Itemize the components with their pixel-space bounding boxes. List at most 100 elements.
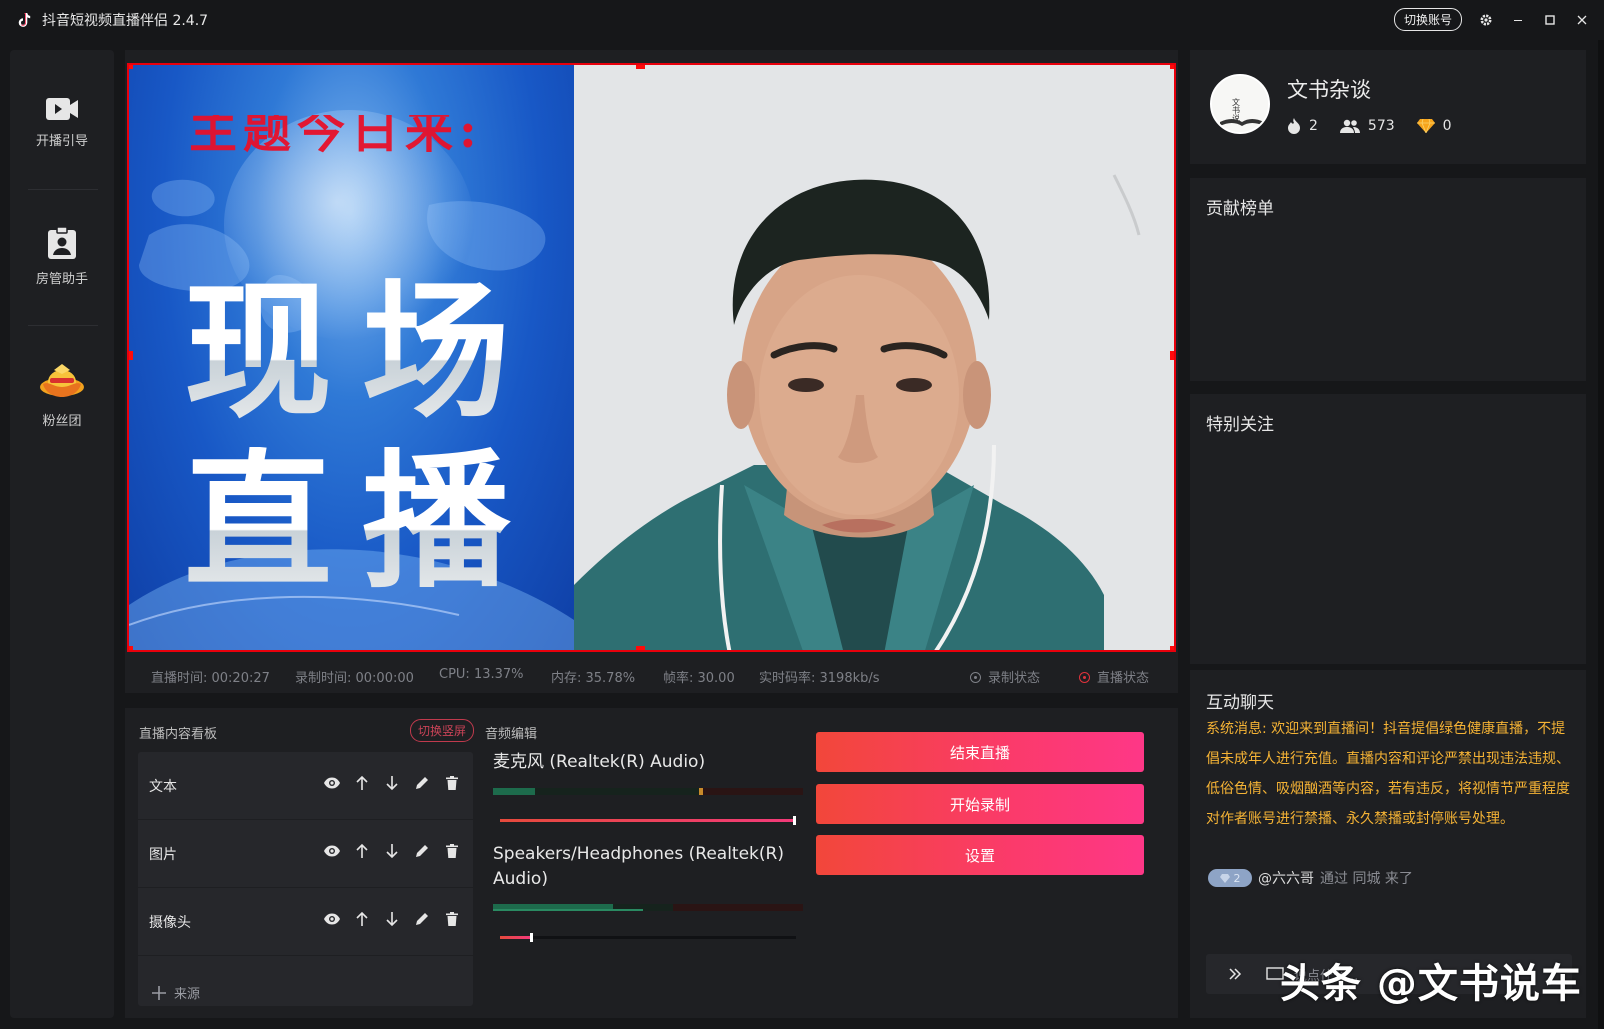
flame-icon bbox=[1288, 118, 1300, 134]
user-name: 文书杂谈 bbox=[1287, 78, 1371, 102]
nav-divider bbox=[28, 189, 98, 190]
special-follow-panel: 特别关注 bbox=[1190, 394, 1586, 664]
mic-level-meter bbox=[493, 788, 803, 795]
source-name: 文本 bbox=[149, 778, 177, 795]
resize-handle[interactable] bbox=[1170, 351, 1174, 360]
live-preview: 主题今日来: 现场 直播 bbox=[125, 50, 1178, 657]
end-live-button[interactable]: 结束直播 bbox=[816, 732, 1144, 772]
poster-line-1: 现场 bbox=[184, 266, 540, 438]
bitrate: 实时码率: 3198kb/s bbox=[759, 671, 880, 686]
speaker-volume-knob[interactable] bbox=[529, 933, 533, 942]
switch-vertical-button[interactable]: 切换竖屏 bbox=[410, 719, 475, 742]
user-stats: 2 573 0 bbox=[1287, 118, 1452, 134]
profile-panel: 文书说 文书杂谈 2 573 0 bbox=[1190, 50, 1586, 164]
move-down-icon[interactable] bbox=[383, 842, 401, 860]
speaker-device-name: Speakers/Headphones (Realtek(R) Audio) bbox=[493, 844, 784, 889]
move-down-icon[interactable] bbox=[383, 910, 401, 928]
diamonds-stat: 0 bbox=[1416, 118, 1452, 134]
people-icon bbox=[1339, 119, 1360, 133]
video-camera-icon bbox=[46, 98, 78, 120]
diamond-icon bbox=[1416, 119, 1435, 133]
move-up-icon[interactable] bbox=[353, 910, 371, 928]
settings-gear-icon[interactable] bbox=[1478, 12, 1494, 28]
record-status-icon bbox=[970, 672, 981, 683]
speaker-volume-slider[interactable] bbox=[500, 933, 796, 942]
nav-item-fan-club[interactable]: 粉丝团 bbox=[10, 362, 114, 429]
move-up-icon[interactable] bbox=[353, 842, 371, 860]
start-record-button[interactable]: 开始录制 bbox=[816, 784, 1144, 824]
resize-handle[interactable] bbox=[129, 351, 133, 360]
delete-trash-icon[interactable] bbox=[443, 774, 461, 792]
delete-trash-icon[interactable] bbox=[443, 842, 461, 860]
double-chevron-right-icon[interactable] bbox=[1228, 967, 1242, 981]
nav-item-room-manager[interactable]: 房管助手 bbox=[10, 226, 114, 287]
mic-volume-knob[interactable] bbox=[793, 816, 796, 825]
live-status: 直播状态 bbox=[1079, 667, 1149, 686]
delete-trash-icon[interactable] bbox=[443, 910, 461, 928]
move-up-icon[interactable] bbox=[353, 774, 371, 792]
switch-account-button[interactable]: 切换账号 bbox=[1393, 8, 1462, 31]
resize-handle[interactable] bbox=[129, 65, 133, 69]
poster-line-2: 直播 bbox=[184, 436, 540, 608]
left-nav: 开播引导 房管助手 粉丝团 bbox=[10, 50, 114, 1018]
camera-feed[interactable] bbox=[574, 65, 1174, 650]
nav-item-start-guide[interactable]: 开播引导 bbox=[10, 96, 114, 149]
memory-usage: 内存: 35.78% bbox=[551, 671, 636, 686]
visibility-eye-icon[interactable] bbox=[323, 910, 341, 928]
resize-handle[interactable] bbox=[636, 65, 645, 69]
resize-handle[interactable] bbox=[129, 646, 133, 650]
tiktok-logo-icon bbox=[16, 12, 32, 28]
fan-level-badge: 2 bbox=[1208, 869, 1252, 887]
audio-title: 音频编辑 bbox=[485, 727, 538, 742]
contribution-panel: 贡献榜单 bbox=[1190, 178, 1586, 381]
edit-pencil-icon[interactable] bbox=[413, 774, 431, 792]
chat-title: 互动聊天 bbox=[1206, 693, 1274, 713]
contribution-title: 贡献榜单 bbox=[1206, 199, 1274, 219]
mic-volume-fill bbox=[500, 819, 796, 822]
mic-device-name: 麦克风 (Realtek(R) Audio) bbox=[493, 752, 706, 772]
mic-volume-slider[interactable] bbox=[500, 816, 796, 825]
chat-user[interactable]: @六六哥 bbox=[1258, 868, 1314, 888]
resize-handle[interactable] bbox=[636, 646, 645, 650]
status-bar: 直播时间: 00:20:27 录制时间: 00:00:00 CPU: 13.37… bbox=[125, 657, 1178, 693]
record-status: 录制状态 bbox=[970, 667, 1040, 686]
edit-pencil-icon[interactable] bbox=[413, 910, 431, 928]
settings-button[interactable]: 设置 bbox=[816, 835, 1144, 875]
nav-divider bbox=[28, 325, 98, 326]
chat-action: 通过 同城 来了 bbox=[1320, 871, 1413, 887]
nav-label: 粉丝团 bbox=[42, 414, 82, 429]
window-edge bbox=[1598, 40, 1604, 1029]
chat-message: 2 @六六哥 通过 同城 来了 bbox=[1208, 868, 1413, 888]
minimize-icon[interactable] bbox=[1510, 12, 1526, 28]
poster-image[interactable]: 主题今日来: 现场 直播 bbox=[129, 65, 574, 650]
visibility-eye-icon[interactable] bbox=[323, 842, 341, 860]
cpu-usage: CPU: 13.37% bbox=[439, 667, 524, 682]
app-title: 抖音短视频直播伴侣 2.4.7 bbox=[42, 13, 209, 29]
source-name: 摄像头 bbox=[149, 914, 191, 931]
add-source-button[interactable]: 来源 bbox=[152, 983, 200, 1002]
watermark-text: 头条 @文书说车 bbox=[1280, 961, 1582, 1007]
edit-pencil-icon[interactable] bbox=[413, 842, 431, 860]
source-row-image[interactable]: 图片 bbox=[138, 820, 473, 888]
visibility-eye-icon[interactable] bbox=[323, 774, 341, 792]
fans-stat: 573 bbox=[1339, 118, 1395, 134]
source-row-camera[interactable]: 摄像头 bbox=[138, 888, 473, 956]
close-icon[interactable] bbox=[1574, 12, 1590, 28]
resize-handle[interactable] bbox=[1170, 65, 1174, 69]
maximize-icon[interactable] bbox=[1542, 12, 1558, 28]
board-title: 直播内容看板 bbox=[139, 727, 218, 742]
live-status-icon bbox=[1079, 672, 1090, 683]
control-area: 直播内容看板 切换竖屏 音频编辑 文本 图片 摄像头 来源 麦克风 (Realt… bbox=[125, 708, 1178, 1018]
resize-handle[interactable] bbox=[1170, 646, 1174, 650]
system-message: 系统消息: 欢迎来到直播间！抖音提倡绿色健康直播，不提倡未成年人进行充值。直播内… bbox=[1206, 721, 1570, 827]
nav-label: 开播引导 bbox=[35, 134, 88, 149]
title-bar: 抖音短视频直播伴侣 2.4.7 切换账号 bbox=[0, 0, 1604, 40]
source-name: 图片 bbox=[149, 846, 177, 863]
badge-icon bbox=[48, 226, 76, 259]
preview-canvas[interactable]: 主题今日来: 现场 直播 bbox=[127, 63, 1176, 652]
special-follow-title: 特别关注 bbox=[1206, 415, 1274, 435]
camera-person-image bbox=[574, 65, 1174, 650]
avatar[interactable]: 文书说 bbox=[1210, 74, 1270, 134]
source-row-text[interactable]: 文本 bbox=[138, 752, 473, 820]
move-down-icon[interactable] bbox=[383, 774, 401, 792]
